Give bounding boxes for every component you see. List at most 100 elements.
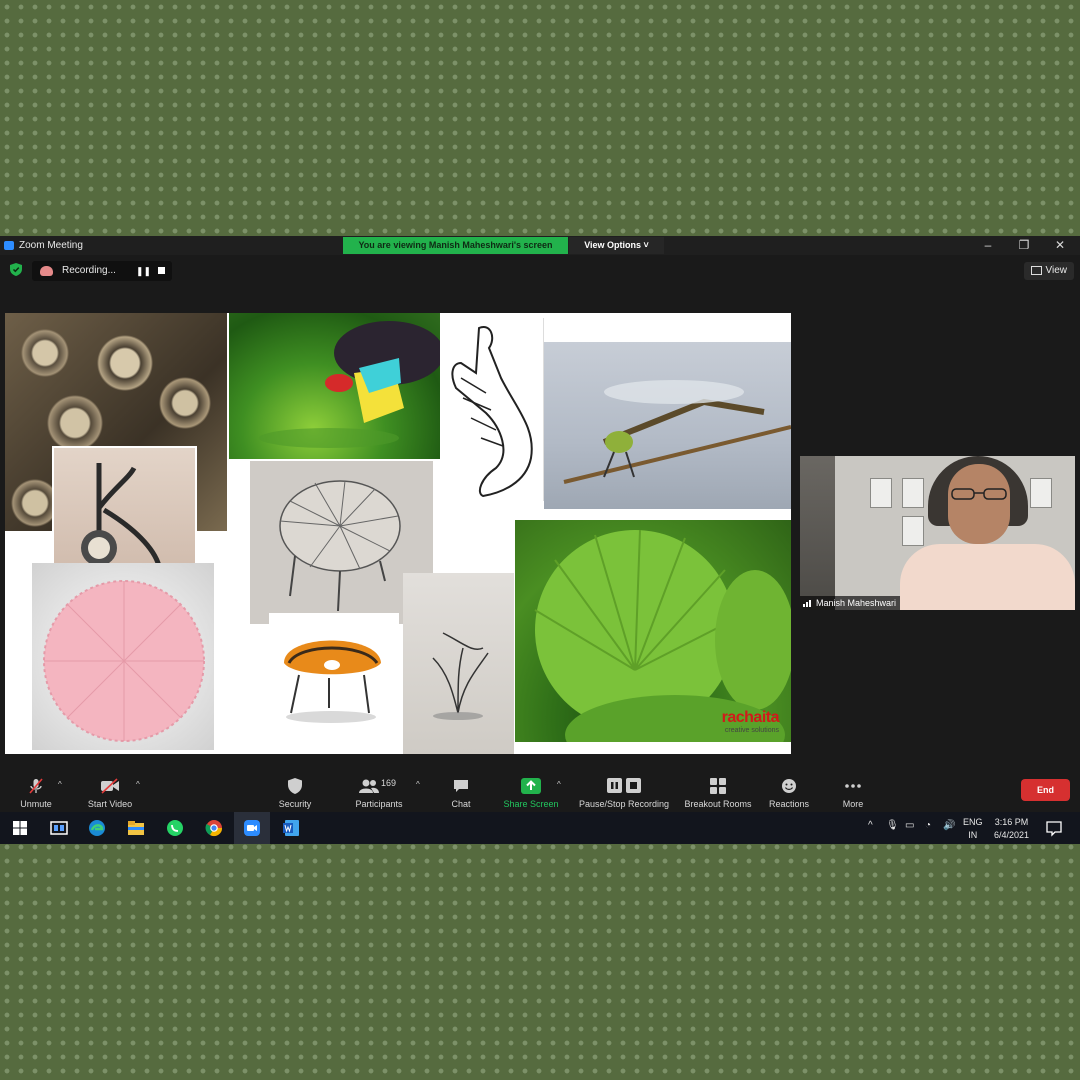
chat-label: Chat	[451, 799, 471, 809]
pause-recording-icon[interactable]: ❚❚	[136, 266, 151, 277]
logo-text: rachaita	[721, 709, 780, 726]
clock-time: 3:16 PM	[994, 817, 1029, 827]
recording-indicator: Recording... ❚❚	[32, 261, 172, 281]
pink-fan-graphic	[43, 580, 205, 742]
more-button[interactable]: More	[836, 770, 870, 809]
windows-taskbar: ^ 🎙 ▭ ◔ 🔊 ENG IN 3:16 PM 6/4/2021	[0, 812, 1080, 844]
logo-subtext: creative solutions	[724, 727, 779, 734]
microphone-tray-icon[interactable]: 🎙	[886, 820, 899, 831]
language-code: ENG	[963, 817, 983, 827]
wall-art	[902, 478, 924, 508]
more-label: More	[842, 799, 864, 809]
view-label: View	[1045, 265, 1068, 276]
wall-art	[870, 478, 892, 508]
zoom-taskbar-icon[interactable]	[243, 819, 261, 837]
cloud-recording-icon	[40, 266, 53, 276]
word-icon[interactable]	[282, 819, 300, 837]
participants-count: 169	[381, 778, 397, 788]
reactions-button[interactable]: Reactions	[766, 770, 812, 809]
stop-recording-icon[interactable]	[158, 267, 165, 274]
butterfly-graphic	[259, 321, 440, 448]
audio-options-caret-icon[interactable]: ^	[58, 780, 62, 789]
zoom-app-icon	[4, 241, 14, 250]
breakout-rooms-grid-icon	[710, 778, 726, 794]
fan-palm-leaves-image: rachaita creative solutions	[515, 520, 791, 742]
signal-strength-icon	[803, 600, 811, 607]
chat-bubble-icon	[454, 780, 468, 792]
breakout-rooms-button[interactable]: Breakout Rooms	[682, 770, 754, 809]
participant-name-tag: Manish Maheshwari	[800, 596, 901, 610]
seat-sketch-image	[441, 318, 544, 501]
video-off-icon	[101, 778, 119, 794]
recording-label: Recording...	[62, 265, 116, 276]
participants-label: Participants	[355, 799, 403, 809]
security-button[interactable]: Security	[274, 770, 316, 809]
share-screen-button[interactable]: Share Screen	[501, 770, 561, 809]
reactions-label: Reactions	[768, 799, 810, 809]
rachaita-logo: rachaita creative solutions	[721, 709, 780, 734]
participants-button[interactable]: 169 Participants	[352, 770, 406, 809]
participants-icon	[359, 779, 379, 793]
windows-start-icon[interactable]	[11, 819, 29, 837]
unmute-label: Unmute	[20, 799, 52, 809]
minimize-icon[interactable]: –	[977, 238, 999, 253]
tree-sketch-image	[403, 573, 514, 754]
orange-chair-graphic	[284, 640, 381, 723]
grid-view-icon	[1030, 265, 1042, 275]
task-view-icon[interactable]	[50, 819, 68, 837]
view-options-button[interactable]: View Options ˅	[569, 237, 664, 254]
wall-art	[1030, 478, 1052, 508]
notifications-icon[interactable]	[1045, 819, 1063, 837]
wall-art	[902, 516, 924, 546]
volume-icon[interactable]: 🔊	[943, 820, 955, 831]
input-language[interactable]: ENG IN	[963, 816, 983, 842]
security-label: Security	[278, 799, 312, 809]
end-meeting-button[interactable]: End	[1021, 779, 1070, 801]
breakout-rooms-label: Breakout Rooms	[684, 799, 752, 809]
bookshelf-background	[800, 456, 835, 610]
show-hidden-icons-icon[interactable]: ^	[868, 820, 873, 831]
unmute-button[interactable]: Unmute	[14, 770, 58, 809]
orange-chair-image	[269, 613, 399, 728]
whatsapp-icon[interactable]	[166, 819, 184, 837]
title-bar: Zoom Meeting You are viewing Manish Mahe…	[0, 236, 1080, 255]
encryption-shield-icon[interactable]	[10, 263, 22, 276]
butterfly-image	[229, 313, 440, 459]
window-title: Zoom Meeting	[19, 240, 83, 251]
edge-browser-icon[interactable]	[88, 819, 106, 837]
share-screen-arrow-icon	[521, 778, 541, 794]
wifi-icon[interactable]: ◔	[925, 820, 931, 831]
start-video-label: Start Video	[87, 799, 133, 809]
shared-screen: rachaita creative solutions	[5, 313, 791, 754]
reactions-smiley-icon	[782, 779, 796, 793]
video-options-caret-icon[interactable]: ^	[136, 780, 140, 789]
start-video-button[interactable]: Start Video	[84, 770, 136, 809]
chat-button[interactable]: Chat	[446, 770, 476, 809]
participants-icon-group: 169	[359, 778, 399, 794]
participant-video-tile[interactable]: Manish Maheshwari	[800, 456, 1075, 610]
view-button[interactable]: View	[1023, 262, 1074, 280]
share-options-caret-icon[interactable]: ^	[557, 780, 561, 789]
battery-icon[interactable]: ▭	[905, 820, 914, 831]
pause-stop-recording-icon	[607, 778, 641, 793]
participant-shirt	[900, 544, 1075, 610]
region-code: IN	[968, 830, 978, 840]
participant-face	[948, 464, 1010, 544]
tree-sketch-graphic	[432, 632, 489, 720]
clock-date: 6/4/2021	[994, 830, 1030, 840]
close-icon[interactable]: ✕	[1049, 238, 1071, 253]
system-clock[interactable]: 3:16 PM 6/4/2021	[994, 816, 1029, 842]
restore-icon[interactable]: ❐	[1013, 238, 1035, 253]
file-explorer-icon[interactable]	[127, 819, 145, 837]
more-dots-icon	[845, 784, 861, 788]
dragonfly-graphic	[563, 380, 791, 484]
pause-stop-recording-button[interactable]: Pause/Stop Recording	[576, 770, 672, 809]
seat-sketch-graphic	[451, 326, 533, 498]
pause-stop-recording-label: Pause/Stop Recording	[578, 799, 670, 809]
chrome-icon[interactable]	[205, 819, 223, 837]
dragonfly-image	[544, 342, 791, 509]
participants-caret-icon[interactable]: ^	[416, 780, 420, 789]
participant-name: Manish Maheshwari	[816, 598, 897, 608]
viewing-screen-banner: You are viewing Manish Maheshwari's scre…	[343, 237, 568, 254]
meeting-controls-toolbar: Unmute ^ Start Video ^ Security 169 Part…	[0, 770, 1080, 812]
